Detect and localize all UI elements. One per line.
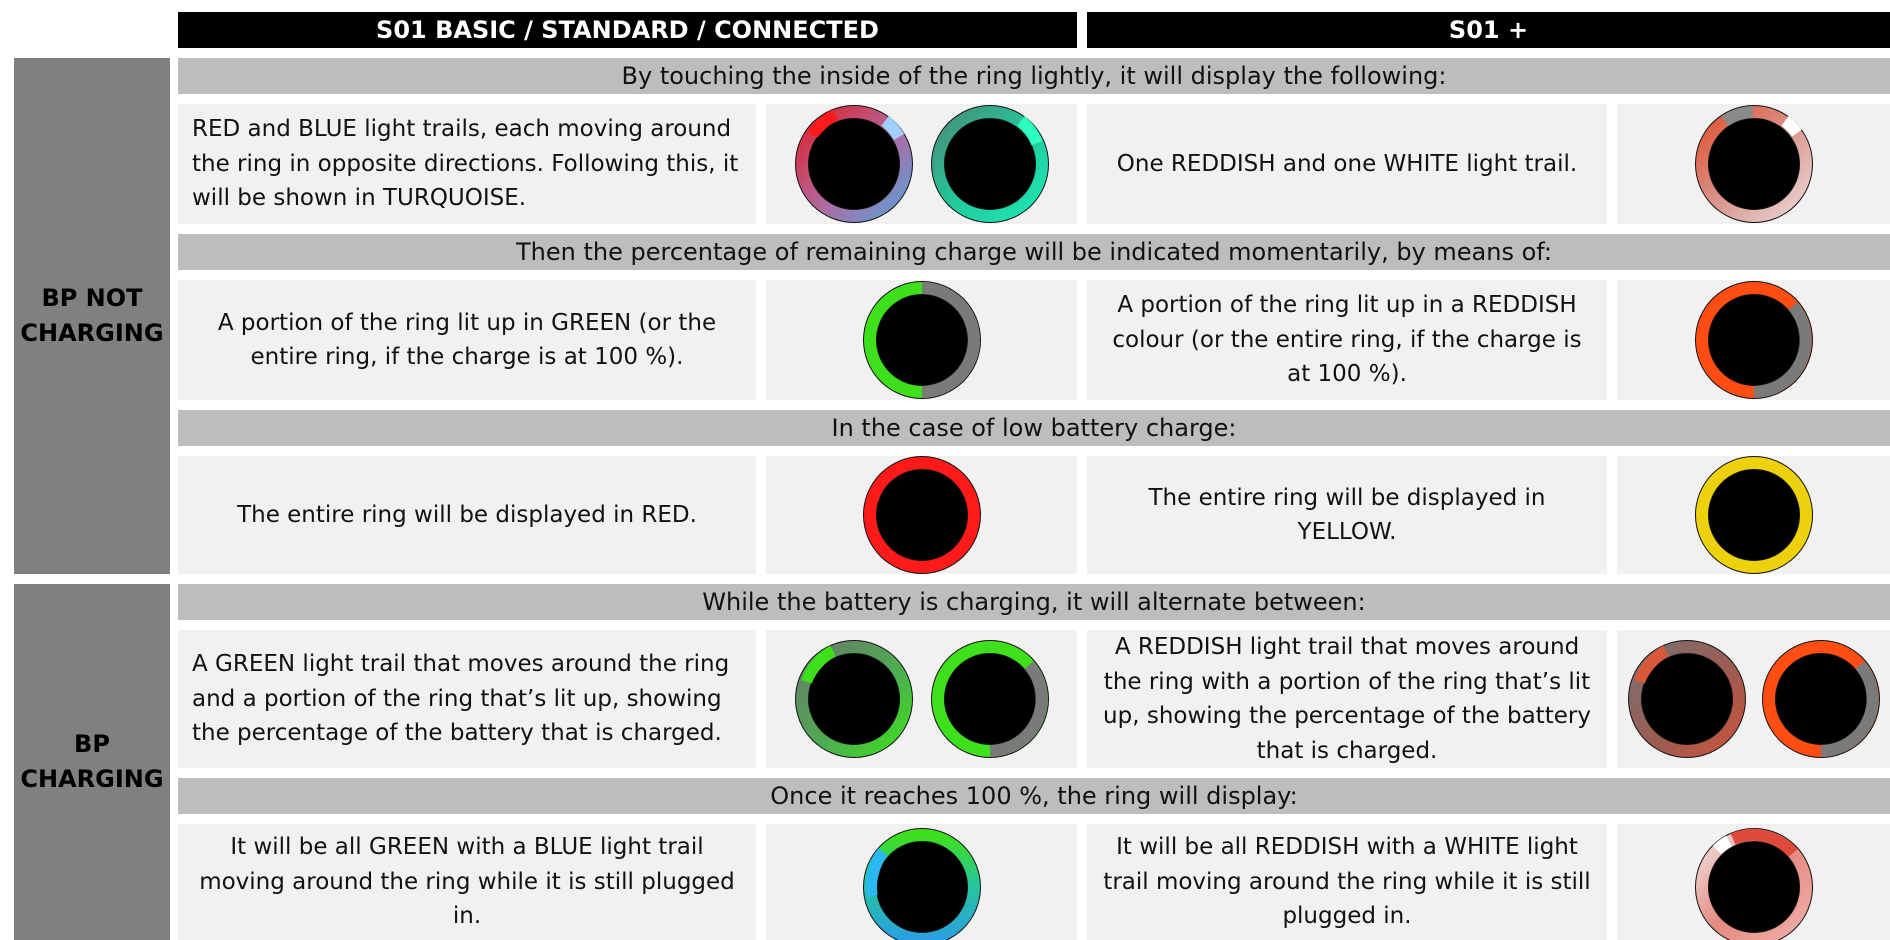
column-header-plus: S01 + [1087,12,1890,48]
ring-green-blue-trail-icon [861,826,983,940]
touch-plus-text: One REDDISH and one WHITE light trail. [1087,104,1607,224]
full-basic-rings [766,824,1077,940]
ring-red-blue-trails-icon [793,103,915,225]
ring-green-portion-icon [929,638,1051,760]
band-full: Once it reaches 100 %, the ring will dis… [178,778,1890,814]
ring-turquoise-icon [929,103,1051,225]
column-header-basic: S01 BASIC / STANDARD / CONNECTED [178,12,1077,48]
low-plus-rings [1617,456,1890,574]
touch-basic-text: RED and BLUE light trails, each moving a… [178,104,756,224]
percentage-plus-rings [1617,280,1890,400]
low-basic-text: The entire ring will be displayed in RED… [178,456,756,574]
ring-reddish-white-trail-icon [1693,826,1815,940]
full-basic-text: It will be all GREEN with a BLUE light t… [178,824,756,940]
full-plus-rings [1617,824,1890,940]
ring-reddish-portion-icon [1760,638,1882,760]
charging-basic-text: A GREEN light trail that moves around th… [178,630,756,768]
band-charging: While the battery is charging, it will a… [178,584,1890,620]
ring-yellow-full-icon [1693,454,1815,576]
full-plus-text: It will be all REDDISH with a WHITE ligh… [1087,824,1607,940]
band-low-battery: In the case of low battery charge: [178,410,1890,446]
percentage-basic-text: A portion of the ring lit up in GREEN (o… [178,280,756,400]
touch-plus-rings [1617,104,1890,224]
percentage-plus-text: A portion of the ring lit up in a REDDIS… [1087,280,1607,400]
charging-basic-rings [766,630,1077,768]
section-label-charging: BP CHARGING [14,584,170,940]
ring-red-full-icon [861,454,983,576]
charging-plus-text: A REDDISH light trail that moves around … [1087,630,1607,768]
touch-basic-rings [766,104,1077,224]
ring-reddish-white-trail-icon [1693,103,1815,225]
percentage-basic-rings [766,280,1077,400]
band-touch: By touching the inside of the ring light… [178,58,1890,94]
ring-reddish-trail-icon [1626,638,1748,760]
low-basic-rings [766,456,1077,574]
ring-reddish-portion-icon [1693,279,1815,401]
charging-plus-rings [1617,630,1890,768]
ring-green-trail-icon [793,638,915,760]
ring-green-portion-icon [861,279,983,401]
band-percentage: Then the percentage of remaining charge … [178,234,1890,270]
low-plus-text: The entire ring will be displayed in YEL… [1087,456,1607,574]
section-label-not-charging: BP NOT CHARGING [14,58,170,574]
